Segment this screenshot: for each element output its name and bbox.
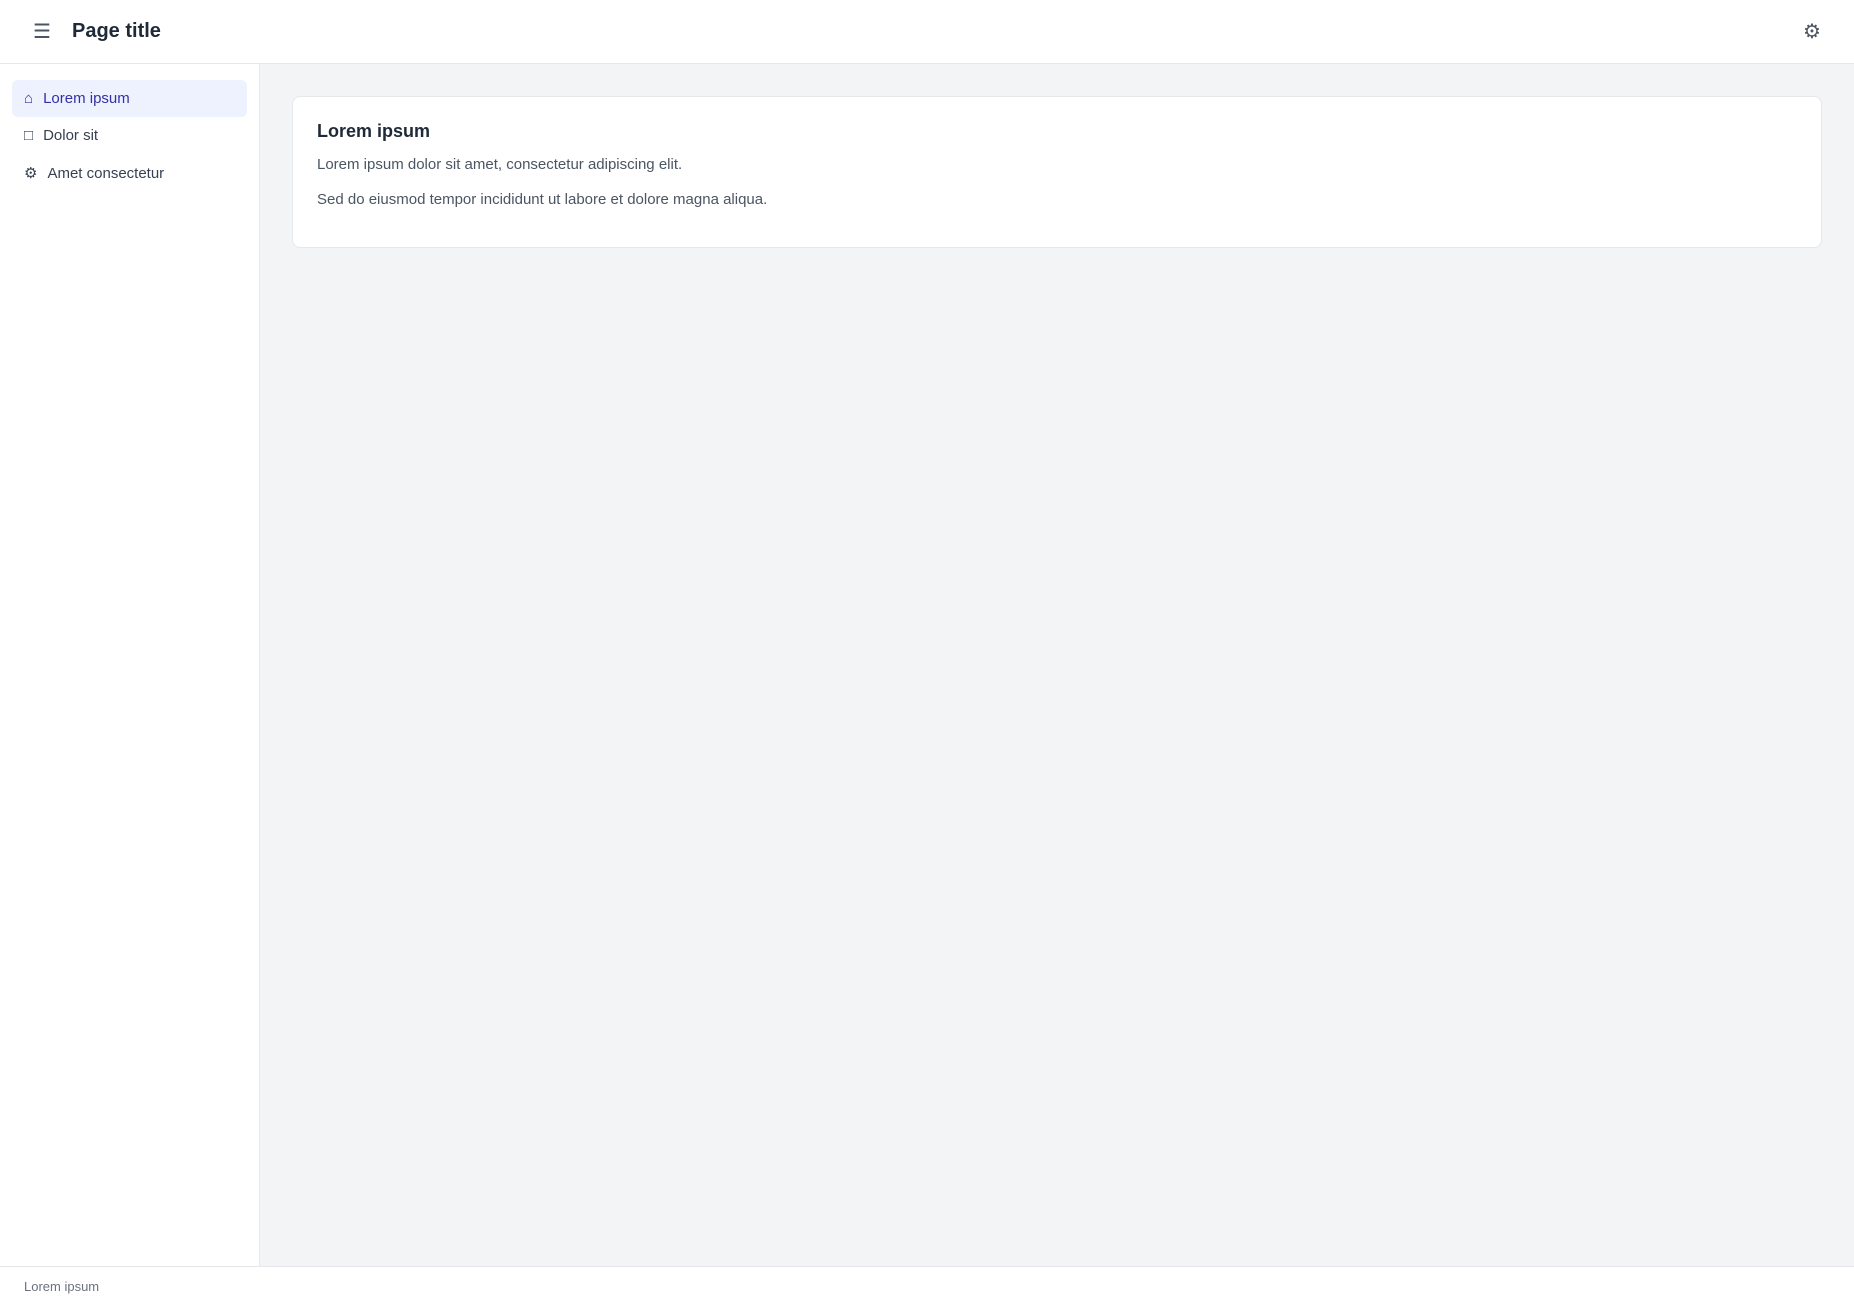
sidebar-item-label: Dolor sit [43, 127, 99, 144]
page-title: Page title [72, 20, 161, 42]
home-icon: ⌂ [24, 90, 34, 107]
sidebar-item-1[interactable]: ⌂ Lorem ipsum [12, 80, 247, 117]
folder-icon: □ [24, 127, 34, 144]
sidebar-item-2[interactable]: □ Dolor sit [12, 117, 247, 154]
header-right: ⚙ [1794, 14, 1830, 50]
card-paragraph: Sed do eiusmod tempor incididunt ut labo… [317, 190, 768, 208]
sidebar: ⌂ Lorem ipsum □ Dolor sit ⚙ Amet consect… [0, 64, 260, 1266]
gear-icon[interactable]: ⚙ [1794, 14, 1830, 50]
sidebar-item-label: Lorem ipsum [43, 90, 130, 107]
sidebar-item-label: Amet consectetur [47, 164, 165, 182]
card-heading: Lorem ipsum [317, 121, 431, 141]
footer: Lorem ipsum [0, 1266, 1854, 1306]
sidebar-item-3[interactable]: ⚙ Amet consectetur [12, 154, 247, 192]
app-window: ☰ Page title ⚙ ⌂ Lorem ipsum □ Dolor sit… [0, 0, 1854, 1306]
gear-icon: ⚙ [24, 165, 38, 182]
menu-icon[interactable]: ☰ [24, 14, 60, 50]
content-card: Lorem ipsum Lorem ipsum dolor sit amet, … [292, 96, 1822, 248]
main-content: Lorem ipsum Lorem ipsum dolor sit amet, … [260, 64, 1854, 1266]
header-left: ☰ Page title [24, 14, 161, 50]
header: ☰ Page title ⚙ [0, 0, 1854, 64]
card-paragraph: Lorem ipsum dolor sit amet, consectetur … [317, 156, 683, 173]
footer-text: Lorem ipsum [24, 1279, 100, 1294]
body: ⌂ Lorem ipsum □ Dolor sit ⚙ Amet consect… [0, 64, 1854, 1266]
